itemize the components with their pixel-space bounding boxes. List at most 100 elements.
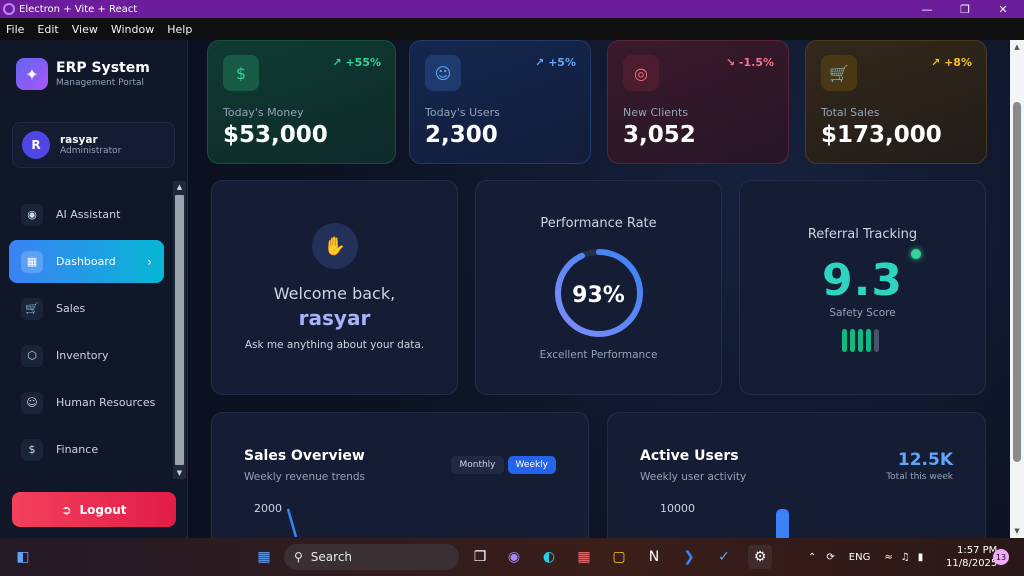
notion-icon[interactable]: N — [642, 545, 666, 569]
chevron-right-icon: › — [147, 254, 152, 269]
system-tray: ⌃ ⟳ ENG ≈ ♫ ▮ — [808, 538, 923, 576]
store-icon[interactable]: ▦ — [572, 545, 596, 569]
sidebar-item-human-resources[interactable]: ☺ Human Resources — [9, 381, 164, 424]
menu-view[interactable]: View — [72, 23, 98, 36]
edge-icon[interactable]: ◐ — [537, 545, 561, 569]
referral-title: Referral Tracking — [807, 227, 918, 242]
menu-edit[interactable]: Edit — [37, 23, 58, 36]
sidebar-item-label: Sales — [56, 302, 86, 315]
notification-badge[interactable]: 13 — [993, 549, 1009, 565]
sidebar-item-dashboard[interactable]: ▦ Dashboard › — [9, 240, 164, 283]
sparkle-icon: ✦ — [16, 58, 48, 90]
sidebar-item-ai-assistant[interactable]: ◉ AI Assistant — [9, 193, 164, 236]
sidebar-item-label: Finance — [56, 443, 99, 456]
scroll-up-arrow[interactable]: ▲ — [1010, 43, 1024, 51]
stat-label: New Clients — [623, 106, 689, 119]
battery-icon[interactable]: ▮ — [918, 552, 924, 563]
minimize-button[interactable]: — — [910, 0, 944, 18]
sidebar-item-label: Human Resources — [56, 396, 156, 409]
stat-card-money[interactable]: $ ↗ +55% Today's Money $53,000 — [207, 40, 396, 164]
task-view-icon[interactable]: ❐ — [468, 545, 492, 569]
sidebar-item-sales[interactable]: 🛒 Sales — [9, 287, 164, 330]
clock[interactable]: 1:57 PM 11/8/2025 — [946, 544, 997, 570]
box-icon: ⬡ — [21, 344, 43, 367]
file-explorer-icon[interactable]: ▢ — [607, 545, 631, 569]
welcome-card: ✋ Welcome back, rasyar Ask me anything a… — [211, 180, 458, 395]
sync-icon[interactable]: ⟳ — [826, 552, 834, 563]
user-card[interactable]: R rasyar Administrator — [12, 122, 175, 168]
scroll-down-arrow[interactable]: ▼ — [173, 467, 186, 479]
logout-button[interactable]: ➲ Logout — [12, 492, 176, 527]
dollar-icon: $ — [21, 438, 43, 461]
chevron-up-icon[interactable]: ⌃ — [808, 552, 816, 563]
menu-bar: File Edit View Window Help — [0, 18, 1024, 40]
sidebar-item-label: Inventory — [56, 349, 109, 362]
sidebar-item-inventory[interactable]: ⬡ Inventory — [9, 334, 164, 377]
stat-card-sales[interactable]: 🛒 ↗ +8% Total Sales $173,000 — [805, 40, 987, 164]
menu-help[interactable]: Help — [167, 23, 192, 36]
chart-subtitle: Weekly revenue trends — [244, 471, 366, 483]
y-tick-label: 10000 — [660, 502, 695, 515]
welcome-name: rasyar — [298, 306, 371, 330]
cart-icon: 🛒 — [821, 55, 857, 91]
electron-app-icon[interactable]: ⚙ — [748, 545, 772, 569]
stat-label: Total Sales — [821, 106, 880, 119]
menu-file[interactable]: File — [6, 23, 24, 36]
toggle-monthly[interactable]: Monthly — [451, 456, 504, 474]
widgets-icon[interactable]: ◧ — [11, 545, 35, 569]
scrollbar-thumb[interactable] — [175, 195, 184, 465]
welcome-subtitle: Ask me anything about your data. — [244, 339, 425, 351]
volume-icon[interactable]: ♫ — [901, 552, 910, 563]
main-scrollbar[interactable]: ▲ ▼ — [1010, 40, 1024, 538]
brand: ✦ ERP System Management Portal — [16, 58, 150, 90]
close-button[interactable]: ✕ — [986, 0, 1020, 18]
welcome-greeting: Welcome back, — [273, 284, 396, 303]
sales-line — [286, 508, 298, 537]
user-activity-bar — [776, 509, 789, 538]
sidebar-scrollbar[interactable]: ▲ ▼ — [173, 181, 186, 479]
electron-icon — [3, 3, 15, 15]
toggle-weekly[interactable]: Weekly — [507, 456, 556, 474]
total-users-value: 12.5K — [897, 450, 953, 470]
wifi-icon[interactable]: ≈ — [884, 552, 892, 563]
user-role: Administrator — [60, 146, 122, 156]
start-icon[interactable]: ▦ — [252, 545, 276, 569]
chart-subtitle: Weekly user activity — [640, 471, 747, 483]
grid-icon: ▦ — [21, 250, 43, 273]
stat-label: Today's Users — [425, 106, 500, 119]
performance-card: Performance Rate 93% Excellent Performan… — [475, 180, 722, 395]
stat-card-users[interactable]: ☺ ↗ +5% Today's Users 2,300 — [409, 40, 591, 164]
safety-score-bars — [842, 329, 882, 352]
menu-window[interactable]: Window — [111, 23, 154, 36]
stat-value: $173,000 — [821, 122, 942, 148]
stat-delta: ↘ -1.5% — [725, 56, 774, 69]
score-bar — [850, 329, 855, 352]
brain-icon: ◉ — [21, 203, 43, 226]
logout-icon: ➲ — [61, 502, 72, 517]
windows-taskbar: ◧ ▦ ⚲ Search ❐ ◉ ◐ ▦ ▢ N ❯ ✓ ⚙ ⌃ ⟳ ENG ≈… — [0, 538, 1024, 576]
sidebar: ✦ ERP System Management Portal R rasyar … — [0, 40, 188, 538]
brand-name: ERP System — [56, 60, 150, 76]
referral-card: Referral Tracking 9.3 Safety Score — [739, 180, 986, 395]
scroll-down-arrow[interactable]: ▼ — [1010, 527, 1024, 535]
taskbar-search[interactable]: ⚲ Search — [284, 544, 459, 570]
search-label: Search — [310, 550, 353, 564]
wave-icon: ✋ — [312, 223, 358, 269]
period-toggle: Monthly Weekly — [447, 456, 556, 474]
scrollbar-thumb[interactable] — [1013, 102, 1021, 462]
score-bar — [858, 329, 863, 352]
maximize-button[interactable]: ❐ — [948, 0, 982, 18]
vscode-icon[interactable]: ❯ — [677, 545, 701, 569]
teams-icon[interactable]: ◉ — [502, 545, 526, 569]
todo-icon[interactable]: ✓ — [712, 545, 736, 569]
sidebar-item-label: AI Assistant — [56, 208, 121, 221]
users-icon: ☺ — [21, 391, 43, 414]
scroll-up-arrow[interactable]: ▲ — [173, 181, 186, 193]
dollar-icon: $ — [223, 55, 259, 91]
language-indicator[interactable]: ENG — [849, 552, 871, 563]
stat-card-clients[interactable]: ◎ ↘ -1.5% New Clients 3,052 — [607, 40, 789, 164]
sidebar-item-finance[interactable]: $ Finance — [9, 428, 164, 471]
score-bar — [866, 329, 871, 352]
safety-score-value: 9.3 — [822, 255, 903, 306]
y-tick-label: 2000 — [254, 502, 282, 515]
